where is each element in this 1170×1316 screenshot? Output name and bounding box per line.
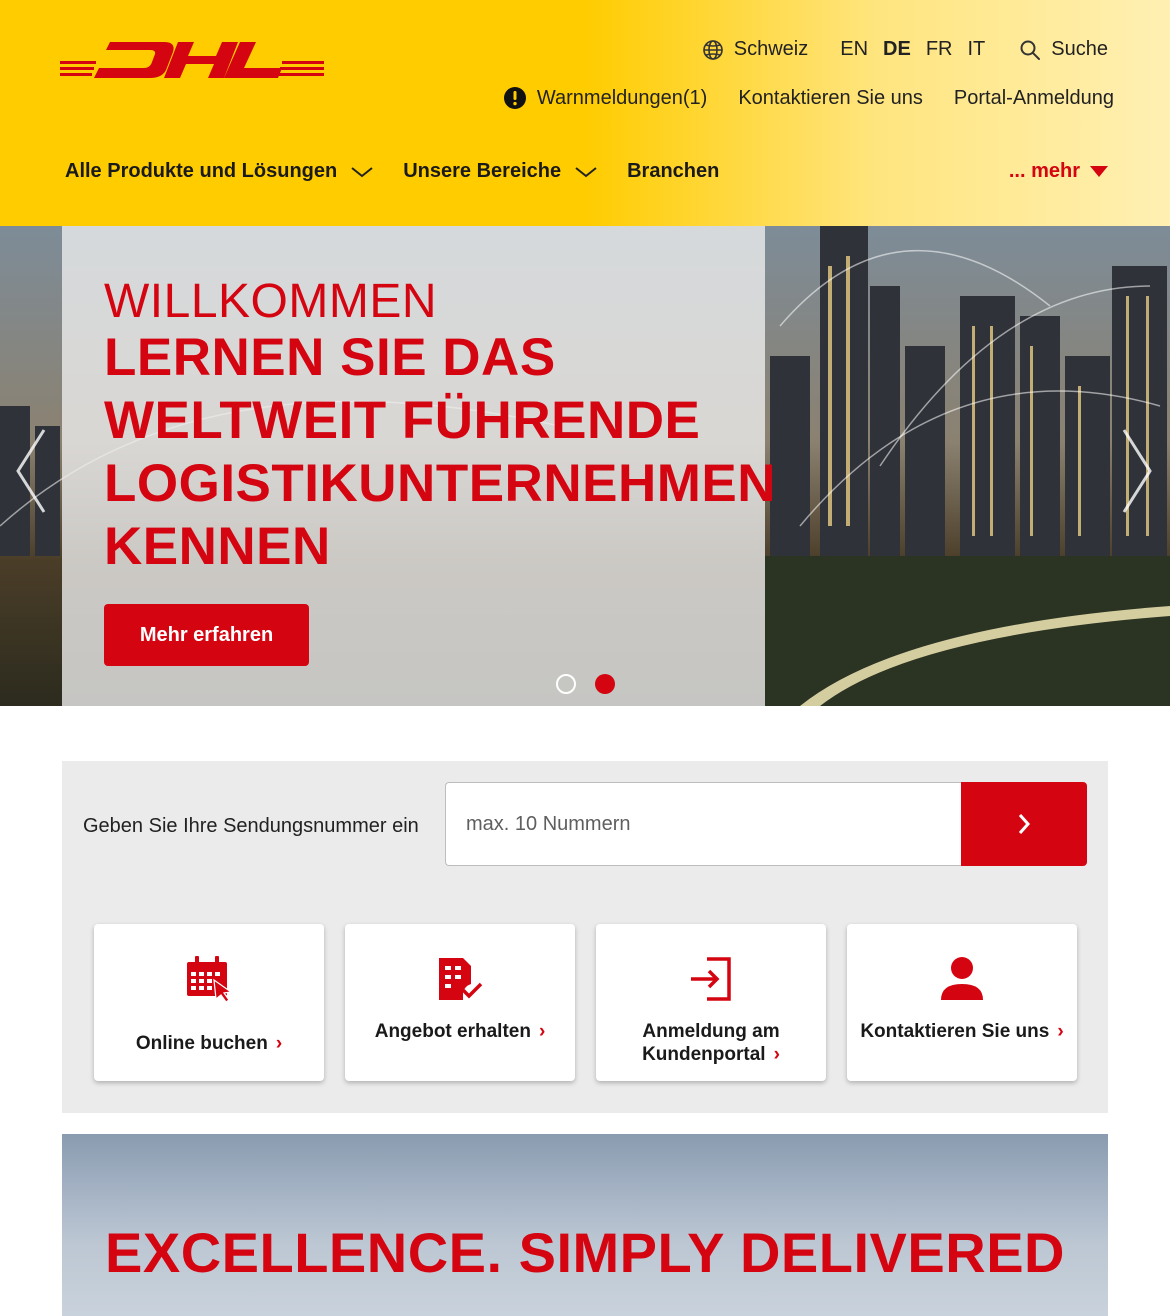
search-button[interactable]: Suche [1019, 38, 1108, 61]
hero-carousel: WILLKOMMEN LERNEN SIE DAS WELTWEIT FÜHRE… [0, 226, 1170, 706]
quick-link-label: Kontaktieren Sie uns › [860, 1021, 1064, 1042]
nav-item-divisions[interactable]: Unsere Bereiche [403, 160, 597, 183]
carousel-dot-2[interactable] [595, 674, 615, 694]
utility-nav: Schweiz EN DE FR IT Suche [702, 38, 1108, 61]
secondary-nav: Warnmeldungen(1) Kontaktieren Sie uns Po… [503, 86, 1114, 110]
quote-document-icon [439, 958, 483, 1000]
alerts-link[interactable]: Warnmeldungen(1) [503, 86, 707, 110]
hero-welcome: WILLKOMMEN [104, 275, 438, 328]
quick-link-label: Online buchen › [135, 1033, 283, 1054]
quick-link-contact[interactable]: Kontaktieren Sie uns › [847, 924, 1077, 1081]
lang-it[interactable]: IT [968, 38, 986, 61]
country-label: Schweiz [733, 38, 809, 60]
calendar-booking-icon [187, 956, 233, 1002]
tracking-label: Geben Sie Ihre Sendungsnummer ein [83, 815, 419, 837]
chevron-down-icon [351, 166, 373, 177]
carousel-dot-1[interactable] [556, 674, 576, 694]
hero-title: LERNEN SIE DAS WELTWEIT FÜHRENDE LOGISTI… [104, 328, 776, 576]
nav-item-label: Branchen [627, 160, 720, 182]
lang-en[interactable]: EN [840, 38, 868, 61]
site-header: Schweiz EN DE FR IT Suche Warnmeldungen(… [0, 0, 1170, 226]
portal-login-icon [691, 957, 731, 1001]
dhl-logo[interactable] [60, 40, 324, 80]
more-label: ... mehr [1008, 160, 1080, 182]
lang-fr[interactable]: FR [926, 38, 953, 61]
excellence-banner: EXCELLENCE. SIMPLY DELIVERED [62, 1134, 1108, 1316]
country-selector[interactable]: Schweiz [702, 38, 808, 61]
nav-item-industries[interactable]: Branchen [627, 160, 719, 183]
alert-icon [503, 87, 526, 109]
quick-links: Online buchen › Angebot erhalten › Anmeldu… [94, 924, 1077, 1081]
quick-link-portal-login[interactable]: Anmeldung am Kundenportal › [596, 924, 826, 1081]
learn-more-button[interactable]: Mehr erfahren [104, 604, 309, 666]
caret-down-icon [1090, 165, 1108, 177]
tracking-number-input[interactable] [445, 782, 962, 866]
quick-link-online-booking[interactable]: Online buchen › [94, 924, 324, 1081]
quick-link-get-quote[interactable]: Angebot erhalten › [345, 924, 575, 1081]
contact-person-icon [941, 957, 983, 1000]
portal-login-link[interactable]: Portal-Anmeldung [954, 87, 1114, 110]
banner-title: EXCELLENCE. SIMPLY DELIVERED [105, 1221, 1065, 1284]
nav-item-products[interactable]: Alle Produkte und Lösungen [65, 160, 373, 183]
search-label: Suche [1051, 38, 1108, 60]
nav-item-label: Unsere Bereiche [403, 160, 562, 182]
alerts-label: Warnmeldungen(1) [536, 86, 708, 109]
search-icon [1020, 40, 1041, 60]
chevron-down-icon [575, 166, 597, 177]
quick-link-label: Angebot erhalten › [374, 1021, 546, 1042]
more-menu-button[interactable]: ... mehr [1009, 160, 1108, 183]
contact-link[interactable]: Kontaktieren Sie uns [738, 87, 923, 110]
globe-icon [702, 39, 723, 60]
main-nav: Alle Produkte und Lösungen Unsere Bereic… [65, 160, 749, 183]
nav-item-label: Alle Produkte und Lösungen [65, 160, 338, 182]
lang-de[interactable]: DE [883, 38, 911, 61]
quick-link-label: Anmeldung am Kundenportal › [642, 1021, 780, 1065]
tracking-section: Geben Sie Ihre Sendungsnummer ein max. 1… [62, 761, 1108, 1113]
track-submit-button[interactable] [961, 782, 1087, 866]
carousel-next-icon[interactable] [1120, 426, 1154, 516]
chevron-right-icon [1018, 814, 1031, 834]
carousel-prev-icon[interactable] [14, 426, 48, 516]
